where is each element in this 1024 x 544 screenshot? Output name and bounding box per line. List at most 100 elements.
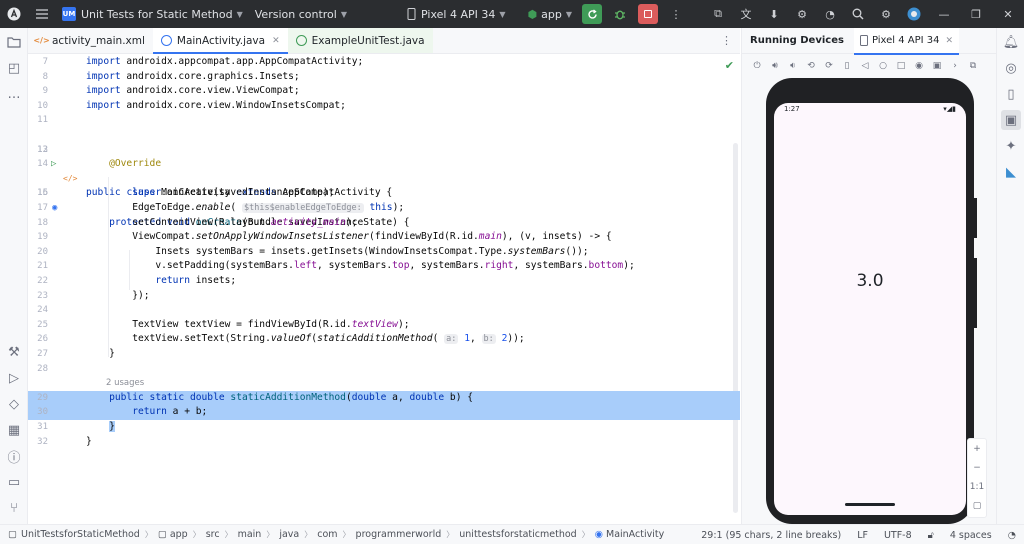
code-editor[interactable]: ✔ 7 import androidx.appcompat.app.AppComp… xyxy=(28,55,740,524)
search-icon[interactable] xyxy=(844,0,872,28)
device-screen[interactable]: 1:27 ▾◢▮ 3.0 xyxy=(774,103,966,515)
home-icon[interactable]: ○ xyxy=(874,61,892,71)
tab-activity-main-xml[interactable]: </> activity_main.xml xyxy=(28,28,153,53)
minimize-window-icon[interactable]: — xyxy=(928,0,960,28)
rotate-left-icon[interactable]: ⟲ xyxy=(802,61,820,71)
more-tools-icon[interactable]: … xyxy=(4,84,24,104)
tab-label: ExampleUnitTest.java xyxy=(311,34,425,47)
code-line: 21 v.setPadding(systemBars.left, systemB… xyxy=(37,260,635,272)
volume-up-icon[interactable]: 🔊︎ xyxy=(766,61,784,71)
project-selector[interactable]: UM Unit Tests for Static Method ▼ xyxy=(56,0,249,28)
zoom-actual-size-button[interactable]: 1:1 xyxy=(968,477,986,496)
code-line: 9 import androidx.core.view.ViewCompat; xyxy=(42,85,300,97)
zoom-fit-icon[interactable]: ▢ xyxy=(968,496,986,515)
breadcrumb-item[interactable]: src xyxy=(206,529,220,540)
breadcrumb-item[interactable]: UnitTestsforStaticMethod xyxy=(21,529,140,540)
close-window-icon[interactable]: ✕ xyxy=(992,0,1024,28)
usages-hint[interactable]: 2 usages xyxy=(106,376,144,391)
android-studio-logo-icon[interactable] xyxy=(0,0,28,28)
breadcrumb-item[interactable]: app xyxy=(170,529,188,540)
breadcrumb-item[interactable]: programmerworld xyxy=(356,529,442,540)
screenshot-icon[interactable]: ◉ xyxy=(910,61,928,71)
volume-down-icon[interactable]: 🔉︎ xyxy=(784,61,802,71)
rotate-right-icon[interactable]: ⟳ xyxy=(820,61,838,71)
version-control-menu[interactable]: Version control ▼ xyxy=(249,0,353,28)
file-encoding[interactable]: UTF-8 xyxy=(876,530,920,541)
android-config-icon: ⬢ xyxy=(527,7,538,21)
close-tab-icon[interactable]: ✕ xyxy=(272,36,280,46)
device-manager-icon[interactable]: ▯ xyxy=(1001,84,1021,104)
version-control-icon[interactable]: ⑂ xyxy=(4,498,24,518)
rerun-button[interactable] xyxy=(582,4,602,24)
screen-record-icon[interactable]: ▣ xyxy=(928,61,946,71)
translate-icon[interactable]: 文 xyxy=(732,0,760,28)
right-tool-strip: 🔔︎ ◎ ▯ ▣ ✦ ◣ xyxy=(996,28,1024,524)
gem-icon[interactable]: ◇ xyxy=(4,394,24,414)
parameter-hint: a: xyxy=(444,334,459,345)
device-status-bar: 1:27 ▾◢▮ xyxy=(774,103,966,115)
gradle-icon[interactable]: ◎ xyxy=(1001,58,1021,78)
gesture-navigation-bar[interactable] xyxy=(845,503,895,506)
gemini-icon[interactable]: ✦ xyxy=(1001,136,1021,156)
device-manager-icon[interactable]: ⧉ xyxy=(704,0,732,28)
build-hammer-icon[interactable]: ⚒ xyxy=(4,342,24,362)
more-actions-icon[interactable]: ⋮ xyxy=(662,0,690,28)
back-icon[interactable]: ◁ xyxy=(856,61,874,71)
run-config-selector[interactable]: ⬢ app ▼ xyxy=(522,0,578,28)
tab-options-icon[interactable]: ⋮ xyxy=(721,34,732,47)
device-selector[interactable]: Pixel 4 API 34 ▼ xyxy=(401,0,512,28)
fold-icon[interactable]: ▯ xyxy=(838,61,856,71)
running-devices-header: Running Devices Pixel 4 API 34 ✕ xyxy=(742,27,996,55)
mirror-icon[interactable]: ⧉ xyxy=(964,61,982,71)
terminal-icon[interactable]: ▭ xyxy=(4,472,24,492)
close-tab-icon[interactable]: ✕ xyxy=(946,36,954,46)
tab-main-activity-java[interactable]: MainActivity.java ✕ xyxy=(152,28,288,54)
problems-icon[interactable]: ⓘ xyxy=(4,446,24,466)
breadcrumb-item[interactable]: java xyxy=(279,529,299,540)
zoom-out-icon[interactable]: − xyxy=(968,458,986,477)
main-menu-icon[interactable] xyxy=(28,0,56,28)
app-inspection-icon[interactable]: ▦ xyxy=(4,420,24,440)
restore-window-icon[interactable]: ❐ xyxy=(960,0,992,28)
code-line: 19 ViewCompat.setOnApplyWindowInsetsList… xyxy=(37,231,612,243)
code-line: 17 EdgeToEdge.enable( $this$enableEdgeTo… xyxy=(37,202,405,213)
notification-status-icon[interactable]: ◔ xyxy=(1000,530,1024,541)
breadcrumb-item[interactable]: MainActivity xyxy=(606,529,664,540)
tab-device-pixel-4[interactable]: Pixel 4 API 34 ✕ xyxy=(853,27,960,55)
gradle-sync-icon[interactable]: ⚙ xyxy=(788,0,816,28)
code-line: 12 ▷ </> public class MainActivity exten… xyxy=(37,144,393,199)
expand-toolbar-icon[interactable]: › xyxy=(946,61,964,71)
signal-battery-icon: ▾◢▮ xyxy=(943,105,956,113)
breadcrumb-item[interactable]: main xyxy=(238,529,262,540)
java-test-class-icon xyxy=(295,35,307,46)
tab-label: activity_main.xml xyxy=(52,34,145,47)
code-line: 18 setContentView(R.layout.activity_main… xyxy=(37,216,358,228)
run-icon[interactable]: ▷ xyxy=(4,368,24,388)
caret-position[interactable]: 29:1 (95 chars, 2 line breaks) xyxy=(693,530,849,541)
line-separator[interactable]: LF xyxy=(849,530,876,541)
sdk-manager-icon[interactable]: ⬇ xyxy=(760,0,788,28)
avatar[interactable] xyxy=(900,0,928,28)
breadcrumb-item[interactable]: com xyxy=(317,529,337,540)
status-time: 1:27 xyxy=(784,105,800,113)
profiler-icon[interactable]: ◔ xyxy=(816,0,844,28)
indent-setting[interactable]: 4 spaces xyxy=(942,530,1000,541)
zoom-in-icon[interactable]: + xyxy=(968,439,986,458)
notifications-bell-icon[interactable]: 🔔︎ xyxy=(1001,32,1021,52)
java-class-icon xyxy=(160,35,172,46)
settings-gear-icon[interactable]: ⚙ xyxy=(872,0,900,28)
left-tool-strip: ◰ … ⚒ ▷ ◇ ▦ ⓘ ▭ ⑂ xyxy=(0,28,28,524)
power-icon[interactable]: ⏻ xyxy=(748,61,766,71)
breadcrumb-item[interactable]: unittestsforstaticmethod xyxy=(459,529,576,540)
code-line: 22 return insets; xyxy=(37,275,237,286)
running-devices-icon[interactable]: ▣ xyxy=(1001,110,1021,130)
lock-icon[interactable]: 🔓︎ xyxy=(920,530,942,541)
folder-icon[interactable] xyxy=(4,32,24,52)
stop-button[interactable] xyxy=(638,4,658,24)
tab-example-unit-test-java[interactable]: ExampleUnitTest.java xyxy=(287,28,433,53)
debug-button[interactable] xyxy=(606,0,634,28)
overview-icon[interactable]: □ xyxy=(892,61,910,71)
flutter-icon[interactable]: ◣ xyxy=(1001,162,1021,182)
resource-manager-icon[interactable]: ◰ xyxy=(4,58,24,78)
module-icon: ▢ xyxy=(8,529,17,540)
